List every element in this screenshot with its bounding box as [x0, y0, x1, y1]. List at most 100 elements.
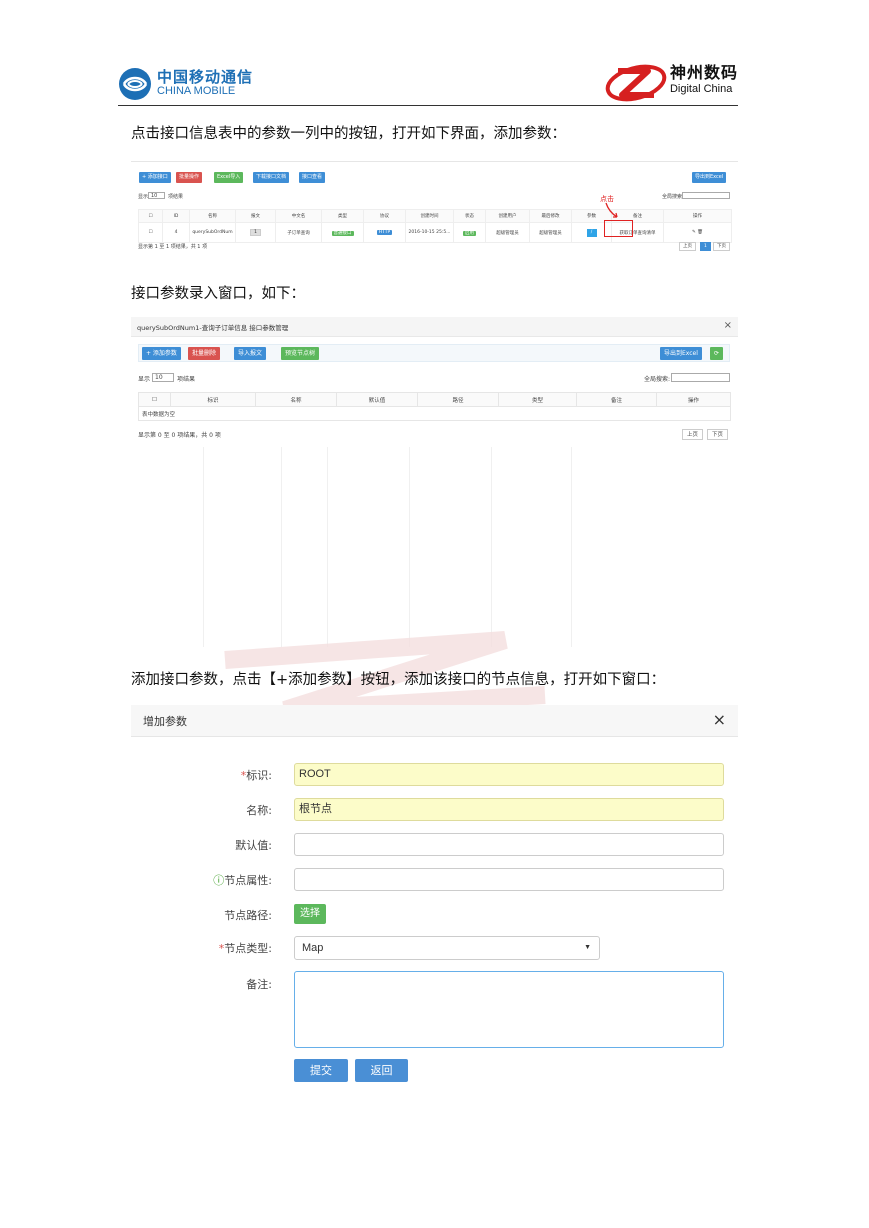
close-icon[interactable]: × [724, 320, 732, 331]
page-size-select-2[interactable]: 10 [152, 373, 174, 382]
grid-line [327, 447, 328, 647]
interface-table: ☐ ID 名称 报文 中文名 类型 协议 创建时间 状态 创建用户 最后修改 参… [138, 209, 732, 243]
back-button[interactable]: 返回 [355, 1059, 408, 1082]
add-param-button[interactable]: + 添加参数 [142, 347, 181, 360]
cell-created: 2016-10-15 25:5... [405, 222, 454, 243]
name-label: 名称: [246, 804, 272, 817]
batch-op-button[interactable]: 批量操作 [176, 172, 203, 183]
grid-line [491, 447, 492, 647]
node-attr-input[interactable] [294, 868, 724, 891]
arrow-icon [605, 202, 618, 218]
param-management-screenshot: querySubOrdNum1-查询子订单信息 接口参数管理 × + 添加参数 … [131, 317, 738, 647]
param-table: ☐ 标识 名称 默认值 路径 类型 备注 操作 表中数据为空 [138, 392, 731, 421]
param-table-header: ☐ 标识 名称 默认值 路径 类型 备注 操作 [138, 392, 731, 407]
search-input-2[interactable] [671, 373, 730, 382]
china-mobile-cn: 中国移动通信 [157, 68, 254, 86]
col-status[interactable]: 状态 [453, 209, 486, 223]
col-identifier[interactable]: 标识 [170, 392, 256, 407]
next-page-button-2[interactable]: 下页 [707, 429, 729, 440]
cell-create-user: 超级管理员 [485, 222, 530, 243]
show-suffix: 项结果 [168, 194, 184, 200]
identifier-input[interactable]: ROOT [294, 763, 724, 786]
node-type-value: Map [302, 942, 324, 954]
cell-report[interactable]: 1 [250, 229, 261, 236]
col-type-2[interactable]: 类型 [498, 392, 577, 407]
paragraph-2: 接口参数录入窗口，如下： [131, 286, 305, 302]
col-default[interactable]: 默认值 [336, 392, 418, 407]
grid-line [281, 447, 282, 647]
info-icon: ⓘ [213, 874, 225, 887]
batch-delete-button[interactable]: 批量删除 [188, 347, 221, 360]
page-size-select[interactable]: 10 [148, 192, 165, 199]
node-type-label-text: 节点类型: [224, 942, 272, 955]
col-ops: 操作 [663, 209, 732, 223]
refresh-icon[interactable]: ⟳ [710, 347, 724, 360]
preview-tree-button[interactable]: 预览节点树 [281, 347, 320, 360]
toolbar: + 添加参数 批量删除 导入报文 预览节点树 导出到Excel ⟳ [138, 344, 730, 362]
china-mobile-en: CHINA MOBILE [157, 85, 236, 97]
node-attr-label: ⓘ节点属性: [213, 872, 272, 888]
next-page-button[interactable]: 下页 [713, 242, 730, 251]
col-type[interactable]: 类型 [321, 209, 364, 223]
grid-line [203, 447, 204, 647]
select-all-checkbox[interactable]: ☐ [138, 209, 163, 223]
col-name-2[interactable]: 名称 [255, 392, 337, 407]
col-id[interactable]: ID [162, 209, 190, 223]
col-ops-2: 操作 [656, 392, 731, 407]
digital-china-en: Digital China [669, 83, 733, 95]
col-protocol[interactable]: 协议 [363, 209, 406, 223]
interface-table-screenshot: + 添加接口 批量操作 Excel导入 下载接口文档 接口查看 导出到Excel… [131, 161, 738, 255]
select-all-checkbox-2[interactable]: ☐ [138, 392, 171, 407]
empty-row: 表中数据为空 [138, 406, 731, 421]
download-doc-button[interactable]: 下载接口文档 [253, 172, 290, 183]
chevron-down-icon: ▼ [584, 944, 591, 951]
cell-type-badge: 普通接口 [331, 230, 354, 236]
col-create-user[interactable]: 创建用户 [485, 209, 530, 223]
prev-page-button[interactable]: 上页 [679, 242, 696, 251]
window-title: querySubOrdNum1-查询子订单信息 接口参数管理 [137, 324, 289, 332]
submit-button[interactable]: 提交 [294, 1059, 348, 1082]
paragraph-1: 点击接口信息表中的参数一列中的按钮，打开如下界面，添加参数： [131, 126, 566, 142]
search-label-2: 全局搜索: [644, 376, 671, 383]
default-value-label: 默认值: [235, 839, 272, 852]
dialog-header: 增加参数 × [131, 705, 738, 737]
node-attr-label-text: 节点属性: [224, 874, 272, 887]
name-input[interactable]: 根节点 [294, 798, 724, 821]
window-titlebar: querySubOrdNum1-查询子订单信息 接口参数管理 × [131, 317, 738, 337]
search-input[interactable] [682, 192, 730, 199]
page-size-value: 10 [151, 193, 158, 199]
export-excel-button-2[interactable]: 导出到Excel [660, 347, 702, 360]
show-suffix-2: 项结果 [177, 376, 196, 383]
paragraph-3: 添加接口参数，点击【+添加参数】按钮，添加该接口的节点信息，打开如下窗口： [131, 672, 666, 688]
china-mobile-logo-icon [119, 68, 151, 100]
row-checkbox[interactable]: ☐ [138, 222, 163, 243]
close-icon[interactable]: × [713, 710, 726, 729]
prev-page-button-2[interactable]: 上页 [682, 429, 704, 440]
col-remark-2[interactable]: 备注 [576, 392, 657, 407]
page-1-button[interactable]: 1 [700, 242, 711, 251]
col-last-modify[interactable]: 最后修改 [529, 209, 572, 223]
col-name[interactable]: 名称 [189, 209, 236, 223]
digital-china-cn: 神州数码 [669, 63, 738, 82]
export-excel-button[interactable]: 导出到Excel [692, 172, 727, 183]
table-row: ☐ 4 querySubOrdNum 1 子订单查询 普通接口 HTTP 201… [138, 222, 732, 243]
excel-import-button[interactable]: Excel导入 [214, 172, 244, 183]
cell-ops[interactable]: ✎ 🗑 [663, 222, 732, 243]
default-value-input[interactable] [294, 833, 724, 856]
search-label: 全局搜索: [662, 194, 684, 200]
add-interface-button[interactable]: + 添加接口 [139, 172, 171, 183]
remark-textarea[interactable] [294, 971, 724, 1048]
empty-text: 表中数据为空 [138, 406, 731, 421]
col-created[interactable]: 创建时间 [405, 209, 454, 223]
dialog-title: 增加参数 [143, 715, 187, 728]
cell-cn-name: 子订单查询 [275, 222, 322, 243]
node-type-select[interactable]: Map ▼ [294, 936, 600, 960]
choose-path-button[interactable]: 选择 [294, 904, 326, 924]
view-interface-button[interactable]: 接口查看 [299, 172, 326, 183]
cell-last-modify: 超级管理员 [529, 222, 572, 243]
col-cn-name[interactable]: 中文名 [275, 209, 322, 223]
import-report-button[interactable]: 导入报文 [234, 347, 267, 360]
param-button[interactable]: / [586, 228, 597, 237]
col-report[interactable]: 报文 [235, 209, 276, 223]
col-path[interactable]: 路径 [417, 392, 499, 407]
